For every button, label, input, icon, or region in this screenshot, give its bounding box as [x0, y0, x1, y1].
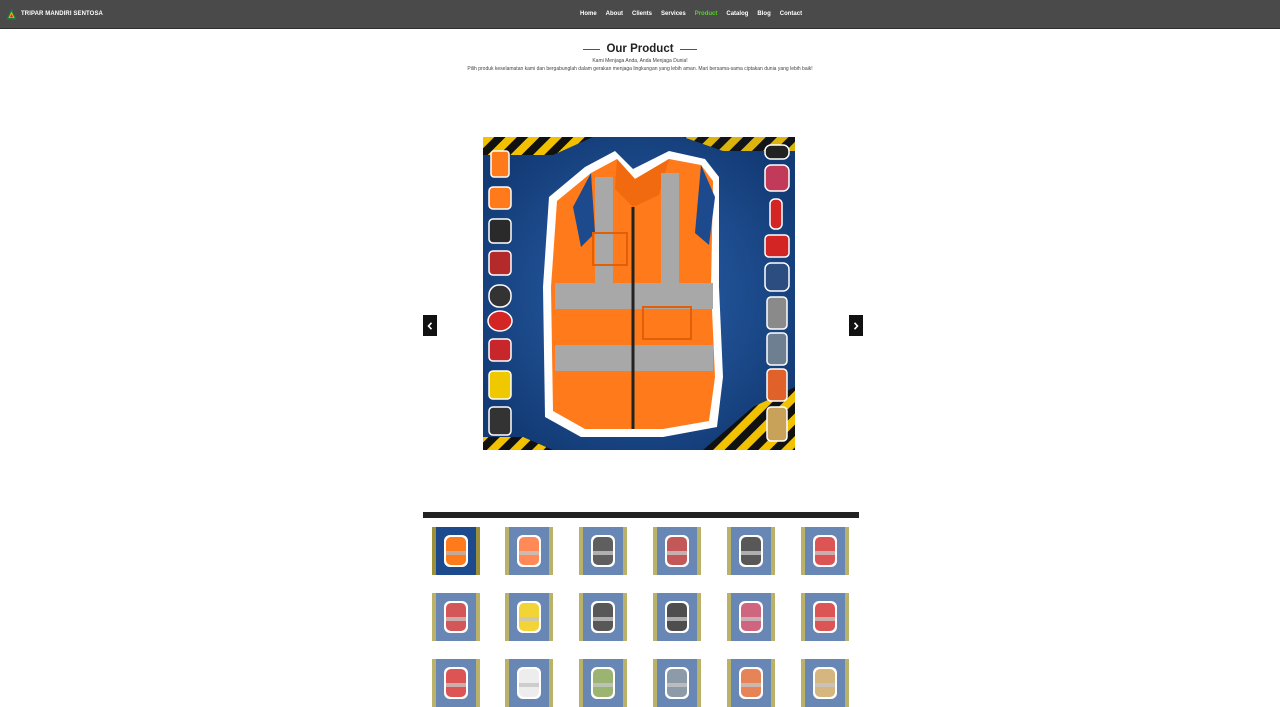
product-thumbnail-safety-glasses[interactable] [727, 593, 775, 641]
section-description: Pilih produk keselamatan kami dan bergab… [467, 66, 813, 72]
product-thumbnail-fire-extinguisher[interactable] [801, 593, 849, 641]
boots-icon [505, 593, 553, 641]
nav-blog[interactable]: Blog [757, 11, 770, 17]
brand[interactable]: TRIPAR MANDIRI SENTOSA [6, 8, 103, 20]
product-thumbnail-boots[interactable] [505, 593, 553, 641]
work-boots-icon [579, 593, 627, 641]
product-thumbnail-work-gloves[interactable] [579, 527, 627, 575]
carousel-prev-button[interactable] [423, 315, 437, 336]
main-nav: Home About Clients Services Product Cata… [580, 11, 802, 17]
title-divider-left [583, 48, 601, 50]
title-divider-right [679, 48, 697, 50]
goggles-icon [653, 593, 701, 641]
gloves-icon [505, 527, 553, 575]
product-heading: Our Product Kami Menjaga Anda, Anda Menj… [0, 43, 1280, 72]
page-title: Our Product [606, 43, 674, 55]
thumbnail-strip-bar [423, 512, 859, 518]
chevron-right-icon [853, 321, 859, 330]
safety-shoes-icon [653, 527, 701, 575]
product-thumbnail-safety-helmet[interactable] [801, 527, 849, 575]
nav-catalog[interactable]: Catalog [726, 11, 748, 17]
title-row: Our Product [0, 43, 1280, 55]
product-thumbnail-work-boots[interactable] [579, 593, 627, 641]
product-thumbnail-safety-shoes[interactable] [653, 527, 701, 575]
product-main-image [483, 137, 795, 450]
brand-name: TRIPAR MANDIRI SENTOSA [21, 11, 103, 17]
nav-contact[interactable]: Contact [780, 11, 802, 17]
carousel-next-button[interactable] [849, 315, 863, 336]
product-thumbnail-face-shield[interactable] [432, 593, 480, 641]
nav-about[interactable]: About [606, 11, 623, 17]
tagline: Kami Menjaga Anda, Anda Menjaga Dunia! [592, 58, 688, 64]
work-gloves-icon [579, 527, 627, 575]
nav-clients[interactable]: Clients [632, 11, 652, 17]
safety-vest-image [483, 137, 795, 450]
product-thumbnail-respirator[interactable] [727, 527, 775, 575]
top-navbar: TRIPAR MANDIRI SENTOSA Home About Client… [0, 0, 1280, 29]
product-thumbnail-gloves[interactable] [505, 527, 553, 575]
fire-extinguisher-icon [801, 593, 849, 641]
triangle-logo-icon [6, 8, 17, 20]
safety-helmet-icon [801, 527, 849, 575]
chevron-left-icon [427, 321, 433, 330]
product-thumbnail-safety-vest[interactable] [432, 527, 480, 575]
nav-services[interactable]: Services [661, 11, 686, 17]
face-shield-icon [432, 593, 480, 641]
safety-vest-icon [432, 527, 480, 575]
nav-product[interactable]: Product [695, 11, 718, 17]
product-thumbnail-goggles[interactable] [653, 593, 701, 641]
respirator-icon [727, 527, 775, 575]
safety-glasses-icon [727, 593, 775, 641]
nav-home[interactable]: Home [580, 11, 597, 17]
